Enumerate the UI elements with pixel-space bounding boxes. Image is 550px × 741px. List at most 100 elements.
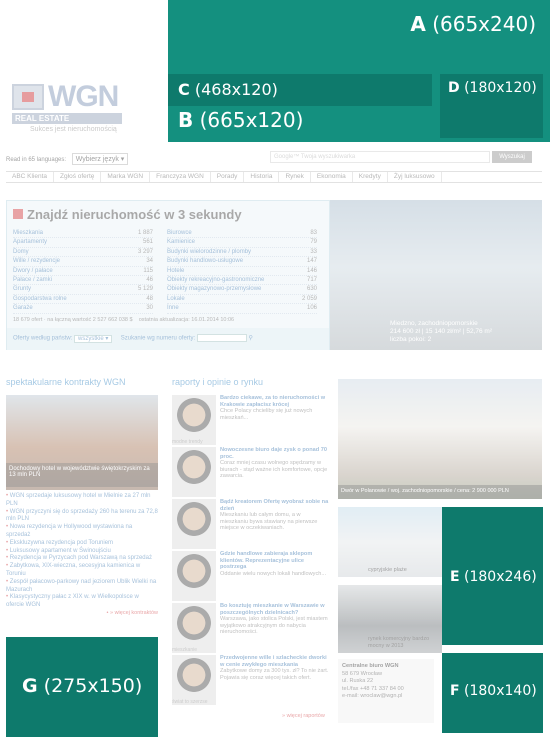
ad-slot-d[interactable]: D (180x120): [440, 74, 543, 138]
contract-link[interactable]: WGN przyczyni się do sprzedaży 260 ha te…: [6, 509, 158, 525]
beaches-thumb[interactable]: cypryjskie plaże: [338, 507, 442, 577]
main-nav: ABC Klienta Zgłoś ofertę Marka WGN Franc…: [6, 171, 542, 183]
search-input[interactable]: Google™ Twoja wyszukiwarka: [270, 151, 490, 163]
office-email[interactable]: e-mail: wroclaw@wgn.pl: [342, 693, 430, 701]
nav-item[interactable]: Kredyty: [353, 172, 388, 182]
report-item[interactable]: Bądź kreatorem Ofertę wyobraź sobie na d…: [172, 499, 330, 554]
report-item[interactable]: Nowoczesne biuro daje zysk o ponad 70 pr…: [172, 447, 330, 502]
category-name: Budynki handlowo-usługowe: [167, 258, 244, 265]
report-headline[interactable]: Przedwojenne wille i szlacheckie dworki …: [220, 655, 330, 668]
featured-rooms: liczba pokoi: 2: [390, 336, 432, 343]
category-list-right: Biurowce 83 Kamienice 79 Budynki wielorodzin…: [167, 229, 317, 314]
report-tag: świat to szerzse: [172, 699, 208, 705]
category-row[interactable]: Biurowce 83: [167, 229, 317, 239]
contract-link[interactable]: Klasycystyczny pałac z XIX w. w Wielkopo…: [6, 594, 158, 610]
office-line: tel./fax +48 71 337 84 00: [342, 685, 404, 692]
nav-item[interactable]: Żyj luksusowo: [388, 172, 442, 182]
featured-property-photo[interactable]: Miedzno, zachodniopomorskie 214 600 zł |…: [330, 200, 542, 350]
category-row[interactable]: Inne 106: [167, 304, 317, 314]
contract-link[interactable]: Nowa rezydencja w Hollywood wystawiona n…: [6, 524, 158, 540]
manor-photo[interactable]: Dwór w Polanowie / woj. zachodniopomorsk…: [338, 379, 542, 499]
contract-link[interactable]: Zabytkowa, XIX-wieczna, secesyjna kamien…: [6, 563, 158, 579]
category-row[interactable]: Dwory / pałace 115: [13, 267, 153, 277]
category-row[interactable]: Apartamenty 561: [13, 238, 153, 248]
category-row[interactable]: Budynki handlowo-usługowe 147: [167, 257, 317, 267]
language-label: Read in 65 languages:: [6, 157, 67, 163]
ad-slot-f[interactable]: F (180x140): [442, 653, 543, 733]
category-name: Grunty: [13, 286, 32, 293]
nav-item[interactable]: Franczyza WGN: [150, 172, 211, 182]
category-name: Apartamenty: [13, 239, 48, 246]
category-count: 79: [310, 239, 317, 246]
nav-item[interactable]: ABC Klienta: [6, 172, 55, 182]
contract-link[interactable]: WGN sprzedaje luksusowy hotel w Mielnie …: [6, 493, 158, 509]
featured-location: Miedzno, zachodniopomorskie: [390, 320, 478, 327]
report-text: Bądź kreatorem Ofertę wyobraź sobie na d…: [220, 499, 330, 532]
nav-item[interactable]: Historia: [244, 172, 280, 182]
nav-item[interactable]: Ekonomia: [311, 172, 353, 182]
report-tag: modne trendy: [172, 439, 203, 445]
category-row[interactable]: Gospodarstwa rolne 48: [13, 295, 153, 305]
report-item[interactable]: Gdzie handlowe zabieraja sklepom klientó…: [172, 551, 330, 606]
wgn-logo[interactable]: WGN REAL ESTATE Sukces jest nieruchomośc…: [10, 80, 135, 140]
category-row[interactable]: Garaże 30: [13, 304, 153, 314]
magnifier-icon[interactable]: ⚲: [248, 336, 252, 342]
author-avatar: [172, 395, 216, 445]
contract-photo[interactable]: Dochodowy hotel w województwie świętokrz…: [6, 395, 158, 490]
report-headline[interactable]: Gdzie handlowe zabieraja sklepom klientó…: [220, 551, 330, 571]
report-item[interactable]: Bo kosztuję mieszkanie w Warszawie w pos…: [172, 603, 330, 658]
search-button[interactable]: Wyszukaj: [492, 151, 532, 163]
ad-slot-a-letter: A: [410, 12, 426, 36]
category-row[interactable]: Grunty 5 129: [13, 285, 153, 295]
category-row[interactable]: Hotele 146: [167, 267, 317, 277]
contract-link[interactable]: Ekskluzywna rezydencja pod Toruniem: [6, 540, 158, 548]
ad-slot-f-size: (180x140): [464, 683, 537, 699]
ad-slot-d-label: D (180x120): [448, 80, 537, 96]
category-count: 46: [146, 277, 153, 284]
category-name: Obiekty rekreacyjno-gastronomiczne: [167, 277, 265, 284]
ad-slot-a[interactable]: A (665x240): [168, 0, 550, 74]
more-contracts-link[interactable]: » więcej kontraktów: [6, 610, 158, 618]
report-text: Bo kosztuję mieszkanie w Warszawie w pos…: [220, 603, 330, 636]
ad-slot-g[interactable]: G (275x150): [6, 637, 158, 737]
contract-link[interactable]: Rezydencja w Pyrzycach pod Warszawą na s…: [6, 555, 158, 563]
ad-slot-d-letter: D: [448, 80, 460, 96]
category-row[interactable]: Wille / rezydencje 34: [13, 257, 153, 267]
report-headline[interactable]: Bo kosztuję mieszkanie w Warszawie w pos…: [220, 603, 330, 616]
category-row[interactable]: Obiekty magazynowo-przemysłowe 630: [167, 285, 317, 295]
report-item[interactable]: Bardzo ciekawe, za to nieruchomości w Kr…: [172, 395, 330, 450]
report-headline[interactable]: Bardzo ciekawe, za to nieruchomości w Kr…: [220, 395, 330, 408]
contract-link[interactable]: Luksusowy apartament w Świnoujściu: [6, 548, 158, 556]
nav-item[interactable]: Marka WGN: [101, 172, 151, 182]
commercial-thumb[interactable]: rynek komercyjny bardzo mocny w 2013: [338, 585, 442, 653]
category-row[interactable]: Lokale 2 059: [167, 295, 317, 305]
nav-item[interactable]: Porady: [211, 172, 245, 182]
category-row[interactable]: Kamienice 79: [167, 238, 317, 248]
report-item[interactable]: Przedwojenne wille i szlacheckie dworki …: [172, 655, 330, 710]
offer-number-input[interactable]: [196, 334, 247, 342]
contract-link[interactable]: Zespół pałacowo-parkowy nad jeziorem Ubl…: [6, 579, 158, 595]
offer-number-label: Szukanie wg numeru oferty:: [120, 335, 196, 342]
featured-caption: Miedzno, zachodniopomorskie 214 600 zł |…: [390, 320, 492, 344]
category-row[interactable]: Mieszkania 1 887: [13, 229, 153, 239]
ad-slot-c[interactable]: C (468x120): [168, 74, 432, 106]
category-count: 3 297: [137, 248, 153, 255]
category-row[interactable]: Pałace / zamki 46: [13, 276, 153, 286]
report-headline[interactable]: Bądź kreatorem Ofertę wyobraź sobie na d…: [220, 499, 330, 512]
country-select[interactable]: wszystkie ▾: [74, 334, 113, 343]
more-reports-link[interactable]: » więcej raportów: [282, 713, 325, 719]
logo-subtitle: REAL ESTATE: [12, 113, 122, 124]
nav-item[interactable]: Rynek: [279, 172, 311, 182]
office-line: 58 679 Wrocław: [342, 670, 383, 677]
category-row[interactable]: Budynki wielorodzinne / plomby 33: [167, 248, 317, 258]
ad-slot-f-label: F (180x140): [450, 683, 537, 699]
ad-slot-e-size: (180x246): [464, 569, 537, 585]
category-row[interactable]: Obiekty rekreacyjno-gastronomiczne 717: [167, 276, 317, 286]
nav-item[interactable]: Zgłoś ofertę: [54, 172, 102, 182]
report-text: Bardzo ciekawe, za to nieruchomości w Kr…: [220, 395, 330, 421]
report-headline[interactable]: Nowoczesne biuro daje zysk o ponad 70 pr…: [220, 447, 330, 460]
ad-slot-e[interactable]: E (180x246): [442, 507, 543, 645]
translate-select[interactable]: Wybierz język ▾: [71, 153, 129, 165]
ad-slot-d-size: (180x120): [464, 80, 537, 96]
category-row[interactable]: Domy 3 297: [13, 248, 153, 258]
